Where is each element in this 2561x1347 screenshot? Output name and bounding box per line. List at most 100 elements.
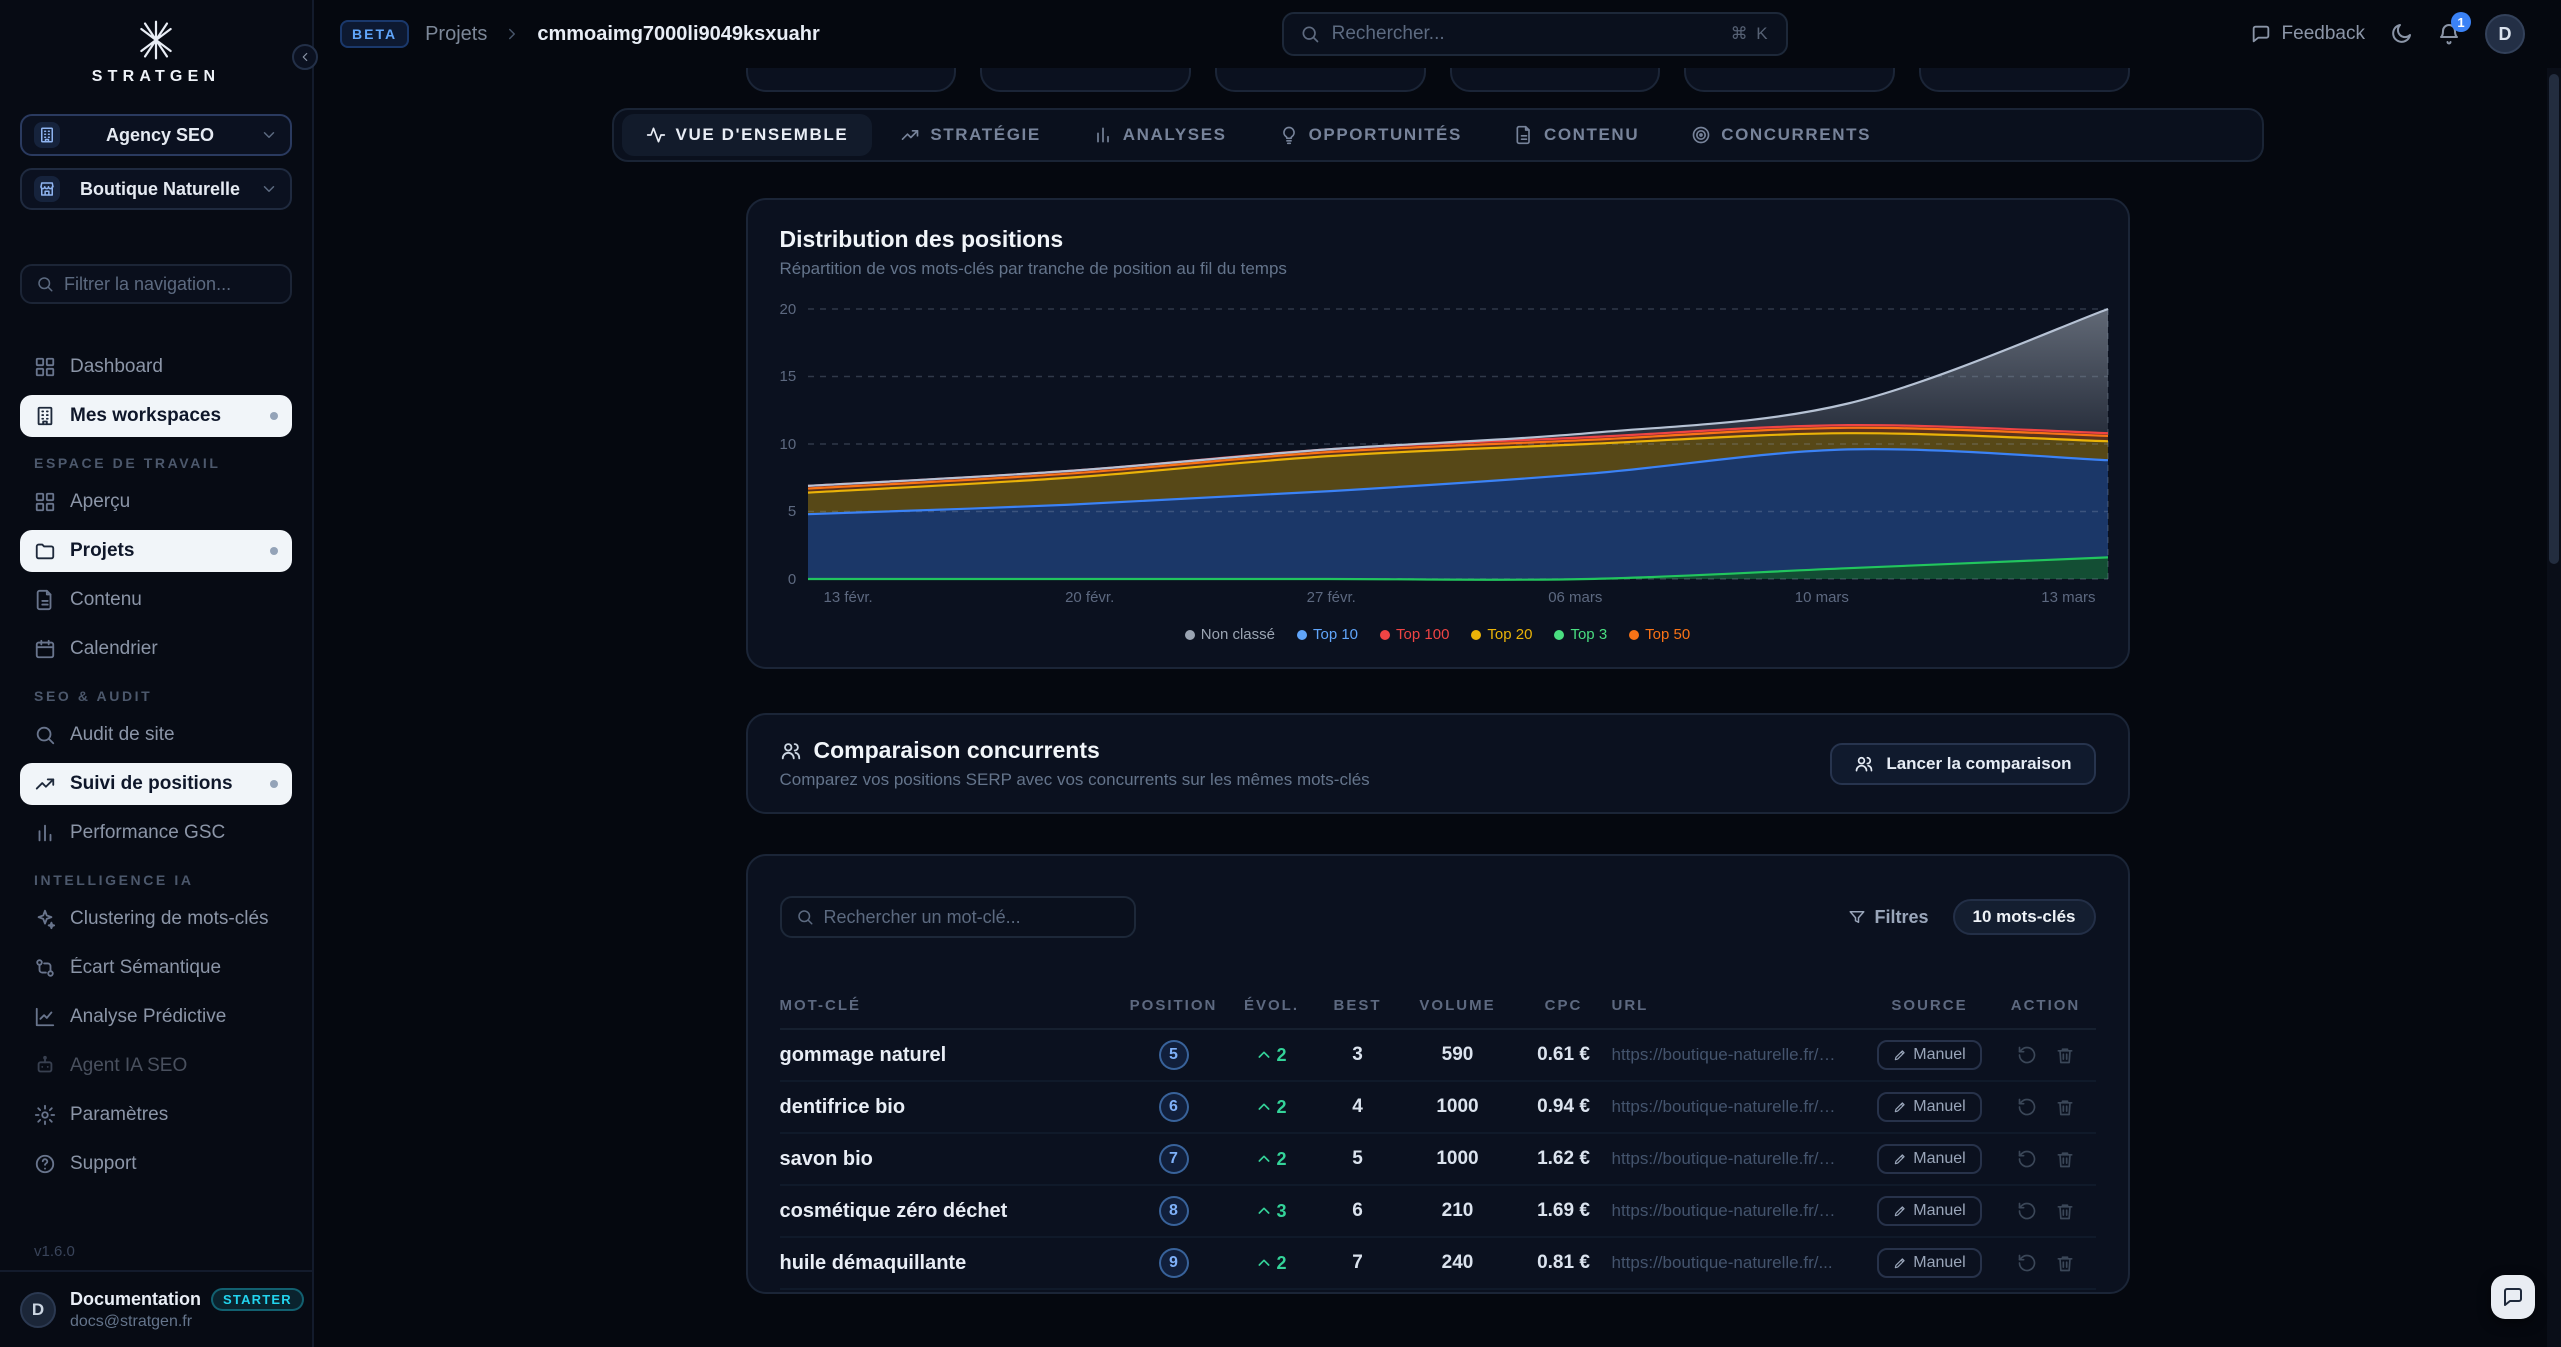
global-search[interactable]: ⌘ K [1282, 12, 1788, 56]
keyword-row[interactable]: gommage naturel 5 2 3 590 0.61 € https:/… [780, 1030, 2096, 1082]
keyword-cell: savon bio [780, 1148, 1120, 1171]
keyword-cell: gommage naturel [780, 1044, 1120, 1067]
trash-icon [2055, 1149, 2075, 1169]
keyword-search[interactable] [780, 896, 1136, 938]
legend-top-3[interactable]: Top 3 [1554, 626, 1607, 643]
sidebar-item-parametres[interactable]: Paramètres [20, 1094, 292, 1136]
launch-comparison-button[interactable]: Lancer la comparaison [1830, 743, 2095, 785]
bot-icon [34, 1055, 56, 1077]
keyword-row[interactable]: savon bio 7 2 5 1000 1.62 € https://bout… [780, 1134, 2096, 1186]
chevron-down-icon [260, 126, 278, 144]
delete-keyword-button[interactable] [2051, 1093, 2079, 1121]
global-search-input[interactable] [1332, 23, 1719, 45]
user-avatar-button[interactable]: D [2485, 14, 2525, 54]
stat-card-stub [746, 68, 957, 92]
url-cell[interactable]: https://boutique-naturelle.fr/hygiene/de… [1612, 1097, 1864, 1117]
refresh-keyword-button[interactable] [2013, 1093, 2041, 1121]
main-area: BETA Projets cmmoaimg7000li9049ksxuahr ⌘… [314, 0, 2561, 1347]
search-shortcut: ⌘ K [1731, 24, 1770, 44]
keyword-cell: huile démaquillante [780, 1252, 1120, 1275]
legend-top-20[interactable]: Top 20 [1471, 626, 1532, 643]
sidebar-filter[interactable] [20, 264, 292, 304]
sidebar-collapse-button[interactable] [292, 44, 318, 70]
delete-keyword-button[interactable] [2051, 1249, 2079, 1277]
workspace-switcher-agency[interactable]: Agency SEO [20, 114, 292, 156]
refresh-keyword-button[interactable] [2013, 1249, 2041, 1277]
tab-concurrents[interactable]: CONCURRENTS [1667, 114, 1895, 156]
stat-card-stub [1919, 68, 2130, 92]
sidebar-item-contenu[interactable]: Contenu [20, 579, 292, 621]
sidebar-item-audit-de-site[interactable]: Audit de site [20, 714, 292, 756]
grid-icon [34, 491, 56, 513]
sidebar-item-apercu[interactable]: Aperçu [20, 481, 292, 523]
page-scrollbar[interactable] [2547, 68, 2561, 1347]
stat-card-stub [1450, 68, 1661, 92]
search-icon [36, 275, 54, 293]
active-dot [270, 412, 278, 420]
sidebar-item-projets[interactable]: Projets [20, 530, 292, 572]
sidebar-item-agent-ia-seo[interactable]: Agent IA SEO [20, 1045, 292, 1087]
user-email: docs@stratgen.fr [70, 1313, 292, 1331]
sidebar-item-performance-gsc[interactable]: Performance GSC [20, 812, 292, 854]
legend-non-classe[interactable]: Non classé [1185, 626, 1275, 643]
sidebar-item-support[interactable]: Support [20, 1143, 292, 1185]
active-dot [270, 780, 278, 788]
refresh-keyword-button[interactable] [2013, 1197, 2041, 1225]
delete-keyword-button[interactable] [2051, 1041, 2079, 1069]
cpc-cell: 0.94 € [1516, 1096, 1612, 1118]
url-cell[interactable]: https://boutique-naturelle.fr/soins-corp… [1612, 1045, 1864, 1065]
sidebar-item-mes-workspaces[interactable]: Mes workspaces [20, 395, 292, 437]
search-icon [1300, 24, 1320, 44]
keyword-row[interactable]: dentifrice bio 6 2 4 1000 0.94 € https:/… [780, 1082, 2096, 1134]
legend-top-100[interactable]: Top 100 [1380, 626, 1449, 643]
refresh-keyword-button[interactable] [2013, 1041, 2041, 1069]
chevron-down-icon [260, 180, 278, 198]
url-cell[interactable]: https://boutique-naturelle.fr/savons/sav… [1612, 1149, 1864, 1169]
trash-icon [2055, 1253, 2075, 1273]
sidebar-item-suivi-de-positions[interactable]: Suivi de positions [20, 763, 292, 805]
legend-top-50[interactable]: Top 50 [1629, 626, 1690, 643]
volume-cell: 240 [1400, 1252, 1516, 1274]
url-cell[interactable]: https://boutique-naturelle.fr/guide/cosm… [1612, 1201, 1864, 1221]
tab-strategie[interactable]: STRATÉGIE [876, 114, 1064, 156]
legend-top-10[interactable]: Top 10 [1297, 626, 1358, 643]
breadcrumb-projets[interactable]: Projets [425, 23, 487, 46]
refresh-keyword-button[interactable] [2013, 1145, 2041, 1173]
keyword-search-input[interactable] [824, 907, 1120, 928]
sidebar-item-calendrier[interactable]: Calendrier [20, 628, 292, 670]
sidebar-item-ecart-semantique[interactable]: Écart Sémantique [20, 947, 292, 989]
notifications-button[interactable]: 1 [2437, 22, 2461, 46]
sidebar-filter-input[interactable] [64, 274, 276, 295]
tab-analyses[interactable]: ANALYSES [1069, 114, 1251, 156]
breadcrumb-current-project: cmmoaimg7000li9049ksxuahr [537, 23, 819, 46]
notification-badge: 1 [2451, 12, 2471, 32]
sidebar-item-clustering[interactable]: Clustering de mots-clés [20, 898, 292, 940]
keyword-row[interactable]: huile démaquillante 9 2 7 240 0.81 € htt… [780, 1238, 2096, 1290]
user-card[interactable]: D Documentation STARTER docs@stratgen.fr [0, 1270, 312, 1347]
theme-toggle-button[interactable] [2389, 22, 2413, 46]
delete-keyword-button[interactable] [2051, 1197, 2079, 1225]
url-cell[interactable]: https://boutique-naturelle.fr/... [1612, 1253, 1864, 1273]
tab-contenu[interactable]: CONTENU [1490, 114, 1663, 156]
sidebar-item-dashboard[interactable]: Dashboard [20, 346, 292, 388]
tab-vue-densemble[interactable]: VUE D'ENSEMBLE [622, 114, 873, 156]
keyword-row[interactable]: cosmétique zéro déchet 8 3 6 210 1.69 € … [780, 1186, 2096, 1238]
nav-section-intelligence-ia: INTELLIGENCE IA [34, 872, 292, 888]
card-subtitle: Répartition de vos mots-clés par tranche… [780, 259, 2096, 279]
filters-button[interactable]: Filtres [1848, 907, 1928, 928]
arrow-up-icon [1256, 1151, 1272, 1167]
calendar-icon [34, 638, 56, 660]
git-compare-icon [34, 957, 56, 979]
tab-opportunites[interactable]: OPPORTUNITÉS [1255, 114, 1486, 156]
scrollbar-thumb[interactable] [2549, 74, 2559, 564]
delete-keyword-button[interactable] [2051, 1145, 2079, 1173]
feedback-button[interactable]: Feedback [2250, 23, 2365, 45]
trending-up-icon [900, 125, 920, 145]
chat-widget-button[interactable] [2491, 1275, 2535, 1319]
sidebar-item-analyse-predictive[interactable]: Analyse Prédictive [20, 996, 292, 1038]
activity-icon [646, 125, 666, 145]
source-badge: Manuel [1877, 1196, 1981, 1226]
position-badge: 8 [1159, 1196, 1189, 1226]
building-icon [34, 122, 60, 148]
workspace-switcher-boutique[interactable]: Boutique Naturelle [20, 168, 292, 210]
